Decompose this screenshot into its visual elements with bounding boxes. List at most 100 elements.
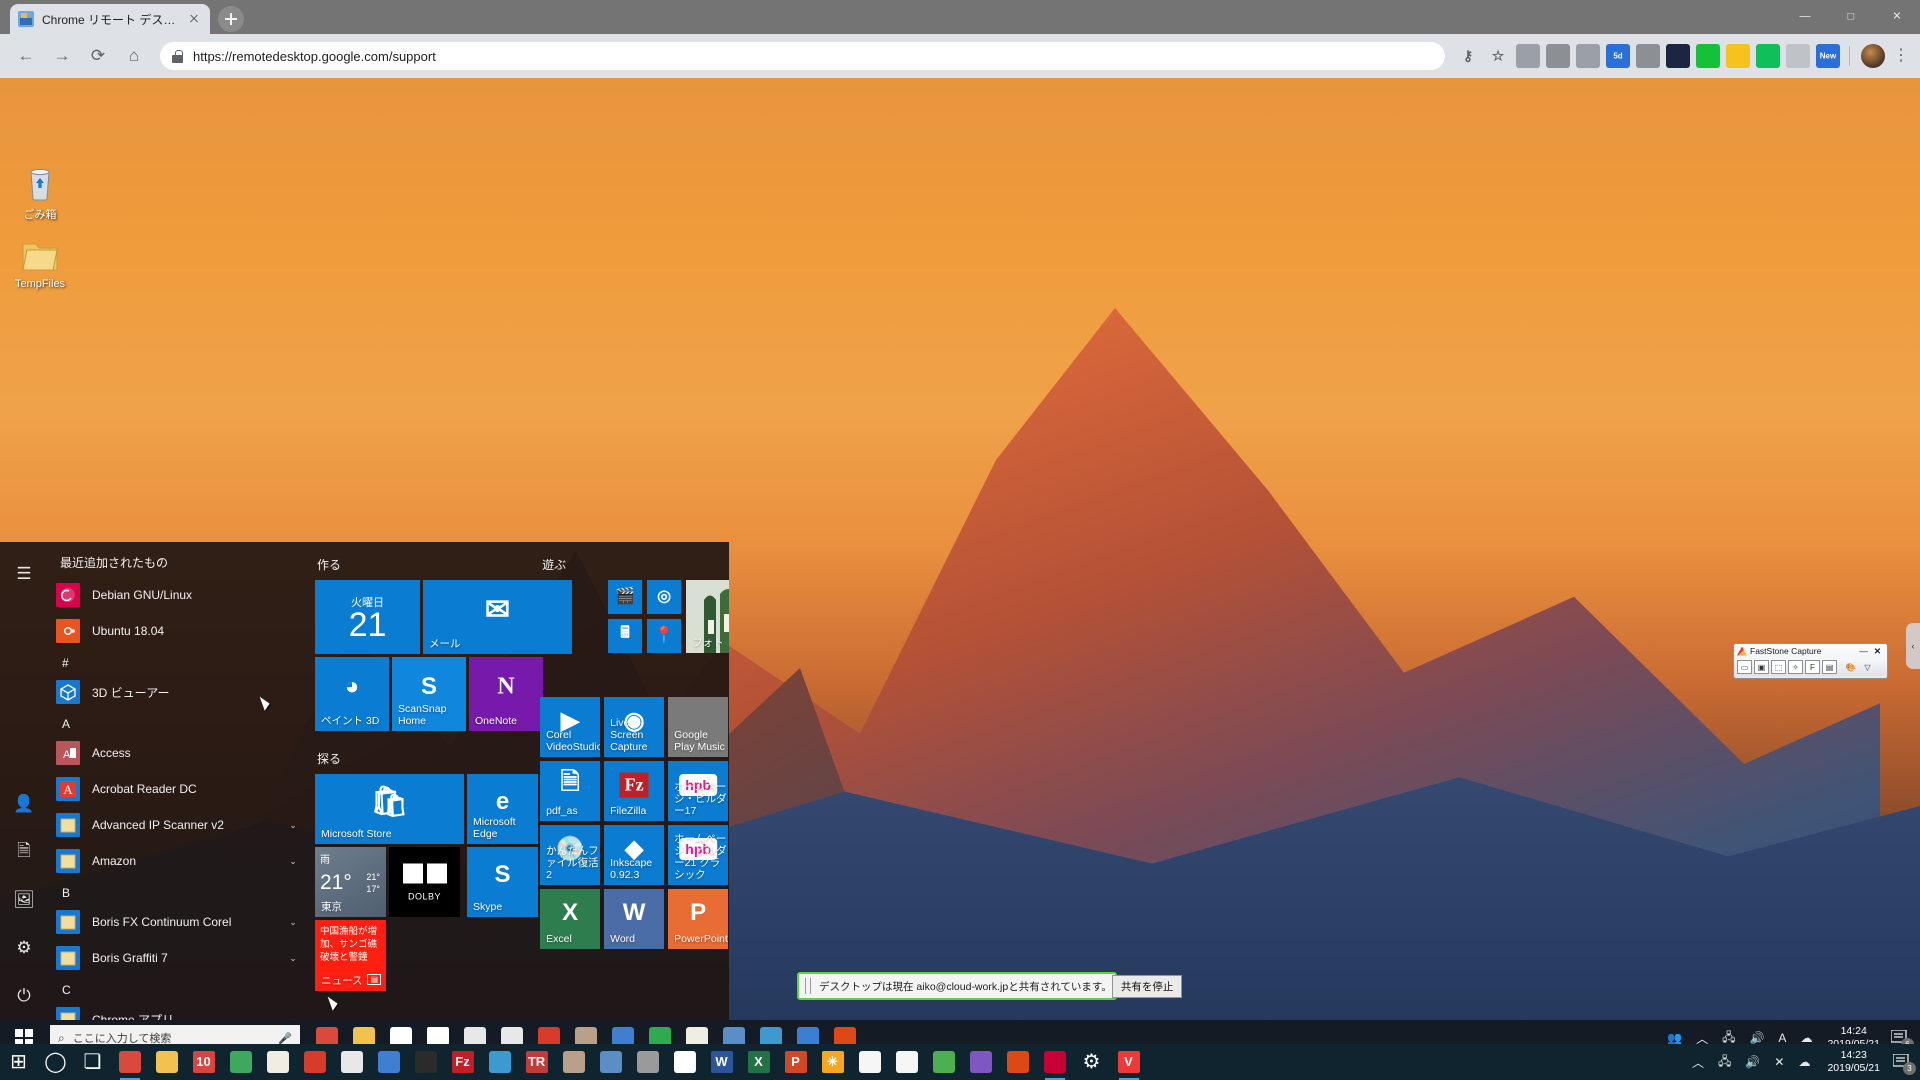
bookmark-star-icon[interactable]: ☆: [1486, 44, 1510, 68]
faststone-close-button[interactable]: ✕: [1871, 646, 1884, 657]
host-clock[interactable]: 14:23 2019/05/21: [1817, 1049, 1890, 1075]
taskbar-ubuntu[interactable]: [999, 1044, 1036, 1080]
share-extension-icon[interactable]: [1696, 44, 1720, 68]
taskbar-xmind[interactable]: ✳: [814, 1044, 851, 1080]
rail-user-account-icon[interactable]: 👤: [0, 780, 48, 828]
taskbar-document-2[interactable]: [888, 1044, 925, 1080]
app-row[interactable]: Boris FX Continuum Corel ⌄: [48, 904, 303, 940]
taskbar-task-view[interactable]: ❏: [74, 1044, 111, 1080]
show-hidden-icons-chevron[interactable]: ︿: [1685, 1054, 1711, 1071]
new-tab-button[interactable]: [218, 6, 244, 32]
avatar[interactable]: [1861, 44, 1885, 68]
rail-settings-icon[interactable]: ⚙: [0, 924, 48, 972]
capture-active-window-button[interactable]: ▣: [1754, 660, 1769, 674]
host-notification-button[interactable]: 3: [1890, 1047, 1916, 1077]
taskbar-word[interactable]: W: [703, 1044, 740, 1080]
volume-icon[interactable]: 🔊: [1742, 1031, 1771, 1045]
live-screen-capture-tile[interactable]: ◉ Live Screen Capture: [604, 697, 665, 757]
line-extension-icon[interactable]: [1576, 44, 1600, 68]
taskbar-calculator[interactable]: [333, 1044, 370, 1080]
paint3d-tile[interactable]: ◕ ペイント 3D: [315, 657, 389, 731]
app-alpha-header[interactable]: #: [48, 649, 303, 674]
capture-fullscreen-button[interactable]: F: [1805, 660, 1820, 674]
powerpoint-tile[interactable]: P PowerPoint: [668, 889, 729, 949]
corel-videostudio-tile[interactable]: ▶Corel VideoStudio…: [540, 697, 601, 757]
homepage-builder-21-classic-tile[interactable]: hpb ホームページ・ビルダー21 クラシック: [668, 825, 729, 885]
green-dot-extension-icon[interactable]: [1756, 44, 1780, 68]
capture-scrolling-window-button[interactable]: ▤: [1822, 660, 1837, 674]
new-extension-icon[interactable]: New: [1816, 44, 1840, 68]
taskbar-remote-desktop[interactable]: [592, 1044, 629, 1080]
onedrive-icon[interactable]: ☁: [1791, 1055, 1817, 1069]
calendar-tile[interactable]: 火曜日 21: [315, 580, 420, 654]
back-button[interactable]: ←: [10, 40, 42, 72]
taskbar-teamviewer[interactable]: TR: [518, 1044, 555, 1080]
microsoft-edge-tile[interactable]: e Microsoft Edge: [467, 774, 538, 844]
app-row[interactable]: Advanced IP Scanner v2 ⌄: [48, 807, 303, 843]
google-drive-extension-icon[interactable]: [1726, 44, 1750, 68]
taskbar-advanced-ip-scanner[interactable]: [481, 1044, 518, 1080]
settings-button[interactable]: ▽: [1860, 660, 1875, 674]
maps-tile[interactable]: 📍: [647, 619, 682, 653]
home-button[interactable]: ⌂: [118, 40, 150, 72]
evernote-extension-icon[interactable]: [1546, 44, 1570, 68]
taskbar-powerpoint[interactable]: P: [777, 1044, 814, 1080]
close-button[interactable]: ✕: [1874, 0, 1920, 34]
taskbar-settings[interactable]: ⚙: [1073, 1044, 1110, 1080]
app-row[interactable]: Chrome アプリ ⌄: [48, 1001, 303, 1020]
calculator-tile[interactable]: 🖩: [608, 619, 643, 653]
minimize-button[interactable]: —: [1782, 0, 1828, 34]
taskbar-cortana[interactable]: ◯: [37, 1044, 74, 1080]
taskbar-debian[interactable]: [1036, 1044, 1073, 1080]
dark-reader-extension-icon[interactable]: [1666, 44, 1690, 68]
pocket-extension-icon[interactable]: [1516, 44, 1540, 68]
faststone-capture-window[interactable]: FastStone Capture — ✕ ▭ ▣ ⬚ ✧ F ▤ 🎨 ▽: [1733, 643, 1888, 679]
ime-icon[interactable]: A: [1771, 1031, 1793, 1045]
chevron-down-icon[interactable]: ⌄: [283, 820, 303, 831]
network-icon[interactable]: 🖧: [1711, 1052, 1738, 1073]
start-menu[interactable]: ☰ 👤 🗎 🖼 ⚙ ⏻ 最近追加されたもの Debian GNU/Linux Ubuntu …: [0, 542, 729, 1020]
movies-tv-tile[interactable]: 🎬: [608, 580, 643, 614]
taskbar-pdf-reader[interactable]: [296, 1044, 333, 1080]
address-bar[interactable]: https://remotedesktop.google.com/support: [160, 42, 1445, 70]
word-tile[interactable]: W Word: [604, 889, 665, 949]
desktop-icon-tempfiles[interactable]: TempFiles: [4, 236, 76, 290]
forward-button[interactable]: →: [46, 40, 78, 72]
capture-freehand-button[interactable]: ✧: [1788, 660, 1803, 674]
taskbar-document-1[interactable]: [851, 1044, 888, 1080]
app-row[interactable]: Boris Graffiti 7 ⌄: [48, 940, 303, 976]
taskbar-chrome-remote[interactable]: [111, 1044, 148, 1080]
app-row[interactable]: 3D ビューアー: [48, 674, 303, 710]
skype-tile[interactable]: S Skype: [467, 847, 538, 917]
capture-window-button[interactable]: ▭: [1737, 660, 1752, 674]
taskbar-chrome[interactable]: [925, 1044, 962, 1080]
rail-pictures-icon[interactable]: 🖼: [0, 876, 48, 924]
desktop-icon-recycle-bin[interactable]: ごみ箱: [4, 164, 76, 222]
keepa-extension-icon[interactable]: [1636, 44, 1660, 68]
remote-desktop-viewport[interactable]: ごみ箱 TempFiles ☰ 👤 🗎 🖼 ⚙ ⏻ 最近追加されたもの Debian GN…: [0, 78, 1920, 1056]
taskbar-inkscape[interactable]: [407, 1044, 444, 1080]
app-row[interactable]: A Access: [48, 735, 303, 771]
microphone-icon[interactable]: 🎤: [278, 1032, 292, 1045]
google-play-music-tile[interactable]: Google Play Music: [668, 697, 729, 757]
rail-power-icon[interactable]: ⏻: [0, 972, 48, 1020]
taskbar-file-explorer[interactable]: [148, 1044, 185, 1080]
weather-tile[interactable]: 雨 21° 21° 17° 東京: [315, 847, 386, 917]
groove-music-tile[interactable]: ◎: [647, 580, 682, 614]
maximize-button[interactable]: □: [1828, 0, 1874, 34]
taskbar-firealpaca[interactable]: [666, 1044, 703, 1080]
excel-tile[interactable]: X Excel: [540, 889, 601, 949]
output-options-button[interactable]: 🎨: [1843, 660, 1858, 674]
photos-tile[interactable]: フォト: [686, 580, 729, 653]
taskbar-excel[interactable]: X: [740, 1044, 777, 1080]
rail-hamburger-icon[interactable]: ☰: [0, 550, 48, 598]
password-key-icon[interactable]: ⚷: [1456, 44, 1480, 68]
reload-button[interactable]: ⟳: [82, 40, 114, 72]
faststone-minimize-button[interactable]: —: [1856, 646, 1871, 656]
taskbar-notepad[interactable]: [259, 1044, 296, 1080]
browser-tab[interactable]: Chrome リモート デスクトップ: [10, 4, 210, 34]
edge-panel-handle[interactable]: ‹: [1906, 623, 1920, 669]
drag-grip-icon[interactable]: [805, 978, 811, 994]
inkscape-tile[interactable]: ◆ Inkscape 0.92.3: [604, 825, 665, 885]
taskbar-vivaldi[interactable]: V: [1110, 1044, 1147, 1080]
